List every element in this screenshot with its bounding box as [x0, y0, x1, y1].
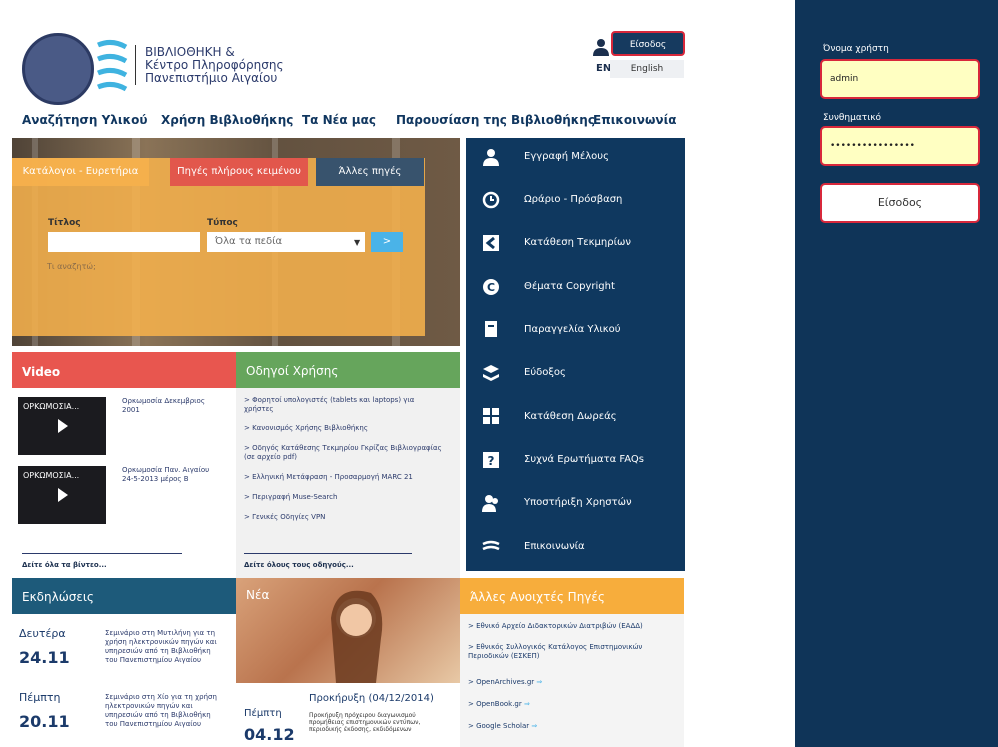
- event-link[interactable]: Σεμινάριο στη Μυτιλήνη για τη χρήση ηλεκ…: [105, 629, 225, 665]
- video-thumb-title: ΟΡΚΩΜΟΣΙΑ...: [23, 471, 80, 480]
- menu-hours-access[interactable]: Ωράριο - Πρόσβαση: [524, 194, 622, 205]
- video-divider: [22, 553, 182, 554]
- news-item-text: Προκήρυξη πρόχειρου διαγωνισμού προμήθει…: [309, 712, 421, 733]
- video-caption[interactable]: Ορκωμοσία Δεκεμβριος 2001: [122, 397, 222, 415]
- external-link-icon: ⇒: [524, 700, 530, 708]
- guide-item[interactable]: > Φορητοί υπολογιστές (tablets και lapto…: [244, 396, 444, 414]
- open-source-item[interactable]: > OpenBook.gr ⇒: [468, 700, 680, 709]
- contact-waves-icon: [482, 540, 500, 551]
- nav-library-presentation[interactable]: Παρουσίαση της Βιβλιοθήκης: [396, 113, 595, 127]
- menu-donation[interactable]: Κατάθεση Δωρεάς: [524, 411, 617, 422]
- menu-faq[interactable]: Συχνά Ερωτήματα FAQs: [524, 454, 644, 465]
- waves-logo-icon: [97, 39, 128, 92]
- tab-other-sources[interactable]: Άλλες πηγές: [316, 158, 424, 186]
- svg-text:?: ?: [488, 454, 495, 468]
- video-see-all-link[interactable]: Δείτε όλα τα βίντεο...: [22, 561, 107, 569]
- logo-title-line3: Πανεπιστήμιο Αιγαίου: [145, 71, 278, 85]
- news-day: Πέμπτη: [244, 708, 282, 719]
- news-item-title[interactable]: Προκήρυξη (04/12/2014): [309, 693, 434, 704]
- open-source-item[interactable]: > Google Scholar ⇒: [468, 722, 680, 731]
- event-day: Πέμπτη: [19, 691, 61, 704]
- menu-order-material[interactable]: Παραγγελία Υλικού: [524, 324, 621, 335]
- svg-text:C: C: [487, 281, 495, 294]
- copyright-icon: C: [483, 279, 499, 295]
- clipboard-icon: [485, 321, 497, 337]
- logo-title-line1: ΒΙΒΛΙΟΘΗΚΗ &: [145, 45, 235, 59]
- logo-title-line2: Κέντρο Πληροφόρησης: [145, 58, 284, 72]
- play-icon: [58, 488, 68, 502]
- guides-see-all-link[interactable]: Δείτε όλους τους οδηγούς...: [244, 561, 354, 569]
- deposit-icon: [483, 235, 499, 251]
- users-support-icon: [482, 495, 498, 512]
- guides-divider: [244, 553, 412, 554]
- title-label: Τίτλος: [48, 218, 81, 228]
- search-hint-link[interactable]: Τι αναζητώ;: [47, 262, 96, 271]
- open-source-item[interactable]: > Εθνικό Αρχείο Διδακτορικών Διατριβών (…: [468, 622, 680, 631]
- video-thumb-title: ΟΡΚΩΜΟΣΙΑ...: [23, 402, 80, 411]
- university-logo[interactable]: [22, 33, 94, 105]
- menu-eudoxus[interactable]: Εύδοξος: [524, 367, 566, 378]
- video-title: Video: [22, 365, 61, 379]
- event-link[interactable]: Σεμινάριο στη Χίο για τη χρήση ηλεκτρονι…: [105, 693, 225, 729]
- menu-registration[interactable]: Εγγραφή Μέλους: [524, 151, 609, 162]
- clock-icon: [482, 191, 500, 209]
- guide-item[interactable]: > Ελληνική Μετάφραση - Προσαρμογή MARC 2…: [244, 473, 444, 482]
- user-icon: [593, 39, 609, 56]
- tab-catalogs[interactable]: Κατάλογοι - Ευρετήρια: [12, 158, 149, 186]
- news-date: 04.12: [244, 725, 295, 744]
- event-day: Δευτέρα: [19, 627, 66, 640]
- login-submit-button[interactable]: Είσοδος: [820, 183, 980, 223]
- menu-contact[interactable]: Επικοινωνία: [524, 541, 585, 552]
- menu-deposit-items[interactable]: Κατάθεση Τεκμηρίων: [524, 237, 631, 248]
- guides-list: [236, 388, 460, 578]
- books-icon: [483, 365, 499, 381]
- event-date: 20.11: [19, 712, 70, 731]
- nav-news[interactable]: Τα Νέα μας: [302, 113, 376, 127]
- external-link-icon: ⇒: [536, 678, 543, 686]
- guide-item[interactable]: > Γενικές Οδηγίες VPN: [244, 513, 444, 522]
- faq-icon: ?: [483, 452, 499, 468]
- nav-library-use[interactable]: Χρήση Βιβλιοθήκης: [161, 113, 293, 127]
- video-caption[interactable]: Ορκωμοσία Παν. Αιγαίου 24-5-2013 μέρος Β: [122, 466, 222, 484]
- donation-icon: [483, 408, 499, 424]
- open-source-item[interactable]: > Εθνικός Συλλογικός Κατάλογος Επιστημον…: [468, 643, 680, 661]
- menu-copyright[interactable]: Θέματα Copyright: [524, 281, 615, 292]
- external-link-icon: ⇒: [531, 722, 538, 730]
- open-sources-title: Άλλες Ανοιχτές Πηγές: [470, 590, 605, 604]
- video-thumbnail[interactable]: ΟΡΚΩΜΟΣΙΑ...: [18, 466, 106, 524]
- play-icon: [58, 419, 68, 433]
- guide-item[interactable]: > Κανονισμός Χρήσης Βιβλιοθήκης: [244, 424, 444, 433]
- events-title: Εκδηλώσεις: [22, 590, 94, 604]
- guide-item[interactable]: > Οδηγός Κατάθεσης Τεκμηρίου Γκρίζας Βιβ…: [244, 444, 444, 462]
- type-select[interactable]: Όλα τα πεδία: [207, 232, 365, 252]
- guides-title: Οδηγοί Χρήσης: [246, 364, 339, 378]
- username-label: Όνομα χρήστη: [823, 44, 889, 54]
- student-photo-icon: [331, 590, 383, 683]
- title-search-input[interactable]: [48, 232, 200, 252]
- event-date: 24.11: [19, 648, 70, 667]
- password-label: Συνθηματικό: [823, 113, 882, 123]
- logo-divider: [135, 45, 136, 85]
- type-label: Τύπος: [207, 218, 238, 228]
- language-switch-button[interactable]: English: [610, 60, 684, 78]
- language-code[interactable]: EN: [596, 63, 611, 74]
- username-input[interactable]: admin: [820, 59, 980, 99]
- news-photo: [236, 578, 460, 683]
- tab-fulltext-sources[interactable]: Πηγές πλήρους κειμένου: [170, 158, 308, 186]
- news-title: Νέα: [246, 588, 270, 602]
- video-thumbnail[interactable]: ΟΡΚΩΜΟΣΙΑ...: [18, 397, 106, 455]
- search-submit-button[interactable]: >: [371, 232, 403, 252]
- nav-search-material[interactable]: Αναζήτηση Υλικού: [22, 113, 147, 127]
- login-button[interactable]: Είσοδος: [611, 31, 685, 56]
- nav-contact[interactable]: Επικοινωνία: [593, 113, 677, 127]
- password-input[interactable]: ••••••••••••••••: [820, 126, 980, 166]
- chevron-down-icon: ▼: [354, 238, 361, 247]
- register-user-icon: [483, 149, 499, 166]
- guide-item[interactable]: > Περιγραφή Muse-Search: [244, 493, 444, 502]
- open-source-item[interactable]: > OpenArchives.gr ⇒: [468, 678, 680, 687]
- menu-user-support[interactable]: Υποστήριξη Χρηστών: [524, 497, 632, 508]
